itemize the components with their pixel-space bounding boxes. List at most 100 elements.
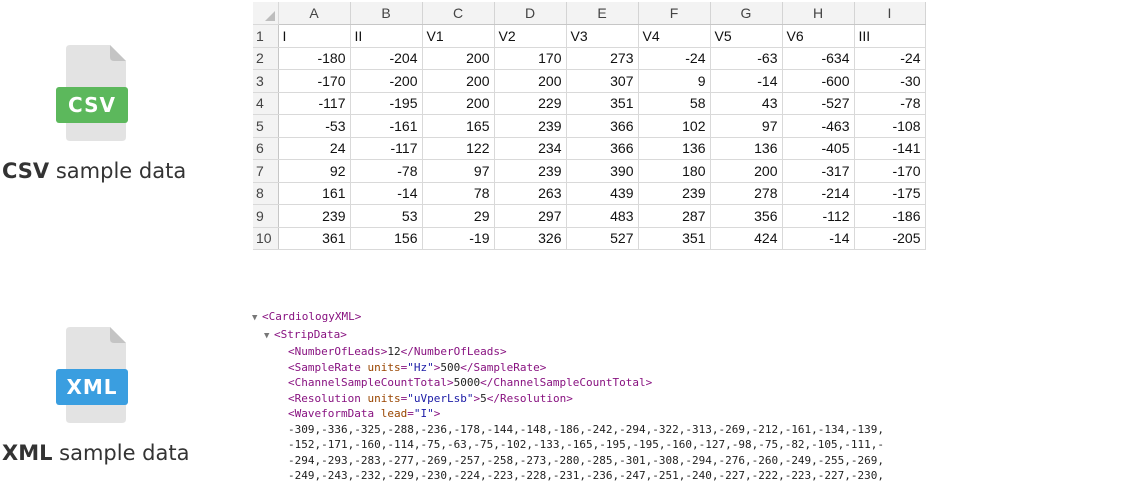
table-cell[interactable]: 307	[566, 69, 639, 93]
table-cell[interactable]: 92	[278, 159, 351, 183]
table-cell[interactable]: 287	[638, 204, 711, 228]
table-cell[interactable]: -200	[350, 69, 423, 93]
table-cell[interactable]: 361	[278, 227, 351, 250]
table-cell[interactable]: 234	[494, 137, 567, 160]
table-cell[interactable]: 136	[638, 137, 711, 160]
table-cell[interactable]: 102	[638, 114, 711, 138]
table-cell[interactable]: 53	[350, 204, 423, 228]
table-cell[interactable]: 97	[710, 114, 783, 138]
table-cell[interactable]: 161	[278, 182, 351, 205]
table-cell[interactable]: 273	[566, 47, 639, 70]
table-cell[interactable]: -53	[278, 114, 351, 138]
table-cell[interactable]: -170	[278, 69, 351, 93]
table-cell[interactable]: 24	[278, 137, 351, 160]
table-cell[interactable]: 58	[638, 92, 711, 115]
table-cell[interactable]: 366	[566, 137, 639, 160]
table-cell[interactable]: 200	[422, 47, 495, 70]
table-cell[interactable]: -170	[854, 159, 926, 183]
table-cell[interactable]: 78	[422, 182, 495, 205]
table-cell[interactable]: V4	[638, 24, 711, 48]
row-header[interactable]: 9	[253, 204, 279, 228]
table-cell[interactable]: -317	[782, 159, 855, 183]
table-cell[interactable]: 439	[566, 182, 639, 205]
table-cell[interactable]: -24	[854, 47, 926, 70]
table-cell[interactable]: V2	[494, 24, 567, 48]
column-header-f[interactable]: F	[638, 2, 711, 25]
table-cell[interactable]: -63	[710, 47, 783, 70]
table-cell[interactable]: -78	[854, 92, 926, 115]
table-cell[interactable]: 263	[494, 182, 567, 205]
table-cell[interactable]: -214	[782, 182, 855, 205]
table-cell[interactable]: -405	[782, 137, 855, 160]
table-cell[interactable]: -463	[782, 114, 855, 138]
table-cell[interactable]: -30	[854, 69, 926, 93]
row-header[interactable]: 2	[253, 47, 279, 70]
table-cell[interactable]: 390	[566, 159, 639, 183]
column-header-b[interactable]: B	[350, 2, 423, 25]
table-cell[interactable]: -527	[782, 92, 855, 115]
table-cell[interactable]: -112	[782, 204, 855, 228]
column-header-c[interactable]: C	[422, 2, 495, 25]
table-cell[interactable]: -141	[854, 137, 926, 160]
table-cell[interactable]: 200	[494, 69, 567, 93]
table-cell[interactable]: 297	[494, 204, 567, 228]
table-cell[interactable]: 43	[710, 92, 783, 115]
table-cell[interactable]: 239	[278, 204, 351, 228]
table-cell[interactable]: 424	[710, 227, 783, 250]
table-cell[interactable]: -14	[710, 69, 783, 93]
table-cell[interactable]: 180	[638, 159, 711, 183]
table-cell[interactable]: II	[350, 24, 423, 48]
table-cell[interactable]: -14	[782, 227, 855, 250]
column-header-a[interactable]: A	[278, 2, 351, 25]
table-cell[interactable]: -161	[350, 114, 423, 138]
table-cell[interactable]: V3	[566, 24, 639, 48]
table-cell[interactable]: 170	[494, 47, 567, 70]
table-cell[interactable]: 239	[494, 114, 567, 138]
collapse-triangle-icon[interactable]: ▼	[264, 329, 274, 345]
row-header[interactable]: 5	[253, 114, 279, 138]
table-cell[interactable]: -78	[350, 159, 423, 183]
row-header[interactable]: 4	[253, 92, 279, 115]
table-cell[interactable]: I	[278, 24, 351, 48]
column-header-e[interactable]: E	[566, 2, 639, 25]
table-cell[interactable]: 278	[710, 182, 783, 205]
table-cell[interactable]: 351	[638, 227, 711, 250]
row-header[interactable]: 3	[253, 69, 279, 93]
column-header-h[interactable]: H	[782, 2, 855, 25]
table-cell[interactable]: 239	[638, 182, 711, 205]
table-cell[interactable]: 239	[494, 159, 567, 183]
table-cell[interactable]: 136	[710, 137, 783, 160]
row-header[interactable]: 8	[253, 182, 279, 205]
table-cell[interactable]: 200	[422, 92, 495, 115]
table-cell[interactable]: -600	[782, 69, 855, 93]
table-cell[interactable]: 9	[638, 69, 711, 93]
table-cell[interactable]: -117	[278, 92, 351, 115]
table-cell[interactable]: V6	[782, 24, 855, 48]
table-cell[interactable]: 156	[350, 227, 423, 250]
row-header[interactable]: 7	[253, 159, 279, 183]
table-cell[interactable]: -180	[278, 47, 351, 70]
table-cell[interactable]: -175	[854, 182, 926, 205]
table-cell[interactable]: -117	[350, 137, 423, 160]
table-cell[interactable]: III	[854, 24, 926, 48]
row-header[interactable]: 10	[253, 227, 279, 250]
table-cell[interactable]: 351	[566, 92, 639, 115]
row-header[interactable]: 6	[253, 137, 279, 160]
row-header[interactable]: 1	[253, 24, 279, 48]
table-cell[interactable]: 200	[422, 69, 495, 93]
table-cell[interactable]: 200	[710, 159, 783, 183]
table-cell[interactable]: 483	[566, 204, 639, 228]
table-cell[interactable]: 165	[422, 114, 495, 138]
table-cell[interactable]: 229	[494, 92, 567, 115]
table-cell[interactable]: 527	[566, 227, 639, 250]
table-cell[interactable]: -205	[854, 227, 926, 250]
table-cell[interactable]: 29	[422, 204, 495, 228]
table-cell[interactable]: 326	[494, 227, 567, 250]
table-cell[interactable]: 356	[710, 204, 783, 228]
table-cell[interactable]: -186	[854, 204, 926, 228]
collapse-triangle-icon[interactable]: ▼	[252, 311, 262, 327]
table-cell[interactable]: 366	[566, 114, 639, 138]
table-cell[interactable]: -204	[350, 47, 423, 70]
select-all-corner[interactable]	[253, 2, 279, 25]
table-cell[interactable]: -634	[782, 47, 855, 70]
